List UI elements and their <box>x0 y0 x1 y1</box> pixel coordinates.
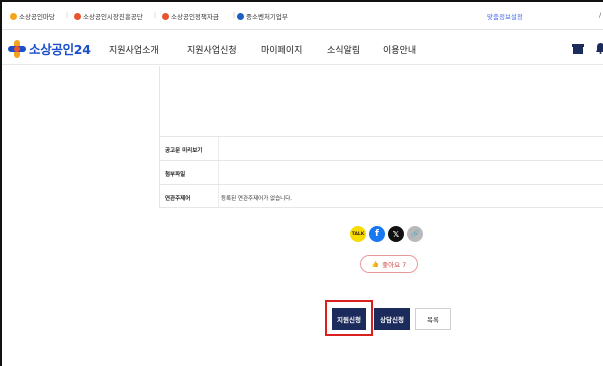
apply-button[interactable]: 지원신청 <box>332 308 366 330</box>
site-link-mss[interactable]: 중소벤처기업부 <box>237 11 288 21</box>
thumbs-up-icon: 👍 <box>371 260 380 268</box>
site-logo[interactable]: 소상공인24 <box>8 39 91 58</box>
nav-item-news[interactable]: 소식알림 <box>327 43 360 56</box>
detail-row-related-keywords: 연관주제어 등록된 연관주제어가 없습니다. <box>159 184 603 208</box>
site-policy-fund-icon <box>162 12 169 20</box>
nav-item-guide[interactable]: 이용안내 <box>383 43 416 56</box>
separator: | <box>66 12 69 19</box>
like-label: 좋아요 7 <box>382 261 407 269</box>
share-buttons: TALK f 𝕏 🔗 <box>350 226 423 242</box>
separator: | <box>233 12 236 19</box>
site-mss-icon <box>237 12 244 20</box>
detail-row-notice-preview: 공고문 미리보기 <box>159 136 603 160</box>
site-link-label: 소상공인정책자금 <box>171 13 219 21</box>
kakao-share-icon[interactable]: TALK <box>350 226 366 242</box>
nav-item-program-intro[interactable]: 지원사업소개 <box>109 43 159 56</box>
site-semas-icon <box>74 12 81 20</box>
detail-row-attachments: 첨부파일 <box>159 160 603 184</box>
site-link-label: 소상공인마당 <box>19 13 55 21</box>
site-link-policy-fund[interactable]: 소상공인정책자금 <box>162 11 219 21</box>
nav-item-mypage[interactable]: 마이페이지 <box>261 43 302 56</box>
link-copy-icon[interactable]: 🔗 <box>407 226 423 242</box>
custom-info-settings-link[interactable]: 맞춤정보설정 <box>487 11 523 21</box>
like-button[interactable]: 👍 좋아요 7 <box>360 255 418 273</box>
facebook-share-icon[interactable]: f <box>369 226 385 242</box>
detail-row-label: 공고문 미리보기 <box>165 148 203 154</box>
separator: | <box>154 12 157 19</box>
logo-text: 소상공인24 <box>29 42 91 57</box>
store-icon[interactable] <box>572 43 584 54</box>
site-link-sbiz[interactable]: 소상공인마당 <box>10 11 55 21</box>
detail-row-label: 연관주제어 <box>165 196 191 202</box>
site-link-label: 중소벤처기업부 <box>246 13 288 21</box>
detail-row-value: 등록된 연관주제어가 없습니다. <box>221 196 293 202</box>
top-util-bar: 소상공인마당 | 소상공인시장진흥공단 | 소상공인정책자금 | 중소벤처기업부… <box>2 2 603 30</box>
x-share-icon[interactable]: 𝕏 <box>388 226 404 242</box>
consult-button[interactable]: 상담신청 <box>374 308 410 330</box>
edge-mark: / <box>599 11 602 19</box>
site-link-label: 소상공인시장진흥공단 <box>83 13 143 21</box>
list-button[interactable]: 목록 <box>415 308 451 330</box>
logo-cross-icon <box>8 39 26 58</box>
detail-row-label: 첨부파일 <box>165 172 186 178</box>
main-nav: 소상공인24 지원사업소개 지원사업신청 마이페이지 소식알림 이용안내 <box>2 31 603 65</box>
site-sbiz-icon <box>10 12 17 20</box>
page-frame: 소상공인마당 | 소상공인시장진흥공단 | 소상공인정책자금 | 중소벤처기업부… <box>0 0 603 366</box>
bell-icon[interactable] <box>596 43 603 54</box>
nav-item-program-apply[interactable]: 지원사업신청 <box>187 43 237 56</box>
site-link-semas[interactable]: 소상공인시장진흥공단 <box>74 11 143 21</box>
